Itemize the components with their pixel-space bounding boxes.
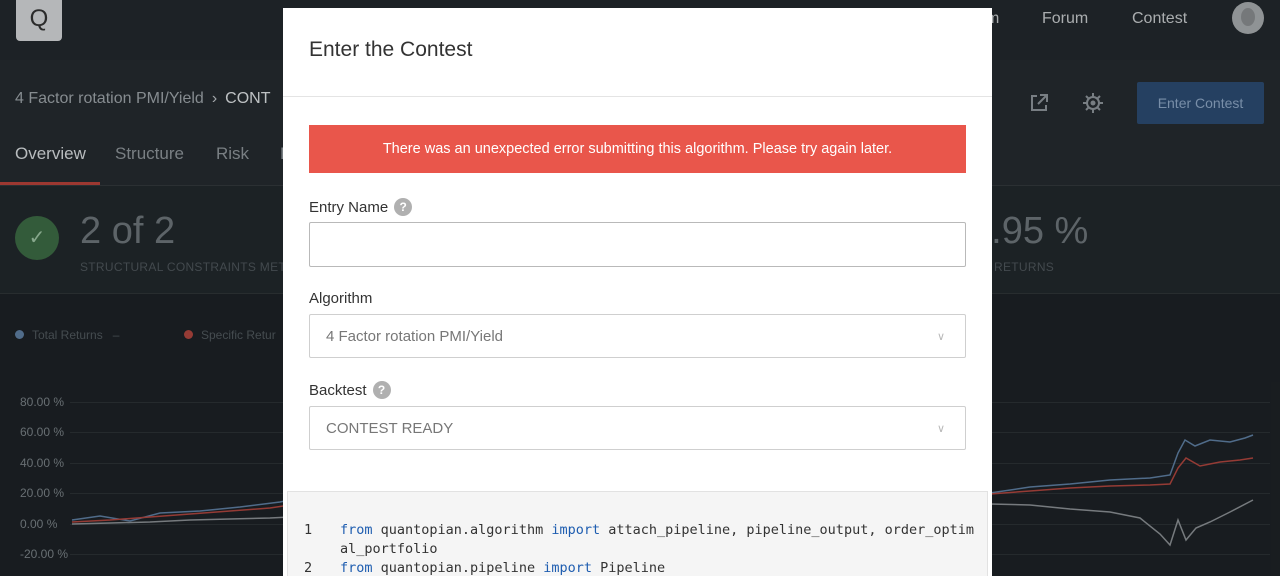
code-token: Pipeline (591, 560, 666, 576)
chevron-down-icon: ∨ (936, 423, 945, 435)
algorithm-label: Algorithm (309, 290, 373, 307)
code-text: al_portfolio (340, 541, 438, 557)
divider (283, 96, 992, 97)
code-token: quantopian.pipeline (372, 560, 544, 576)
help-icon[interactable]: ? (394, 198, 413, 216)
code-token: al_portfolio (340, 541, 438, 557)
backtest-label: Backtest (309, 382, 367, 399)
code-token: quantopian.algorithm (372, 522, 552, 538)
code-text: from quantopian.pipeline import Pipeline (340, 560, 665, 576)
code-keyword: import (543, 560, 592, 576)
entry-name-field-label: Entry Name? (309, 198, 413, 216)
entry-name-input[interactable] (309, 222, 966, 267)
code-preview[interactable]: 1 from quantopian.algorithm import attach… (287, 491, 988, 576)
code-keyword: from (340, 560, 373, 576)
backtest-field-label: Backtest? (309, 381, 391, 399)
enter-contest-dialog: Enter the Contest There was an unexpecte… (283, 8, 992, 576)
code-keyword: from (340, 522, 373, 538)
error-banner: There was an unexpected error submitting… (309, 125, 966, 173)
backtest-select-value: CONTEST READY (326, 420, 454, 437)
line-number: 2 (304, 560, 313, 576)
code-text: from quantopian.algorithm import attach_… (340, 522, 974, 538)
algorithm-select-value: 4 Factor rotation PMI/Yield (326, 328, 504, 345)
line-number: 1 (304, 522, 313, 538)
code-keyword: import (551, 522, 601, 538)
dialog-title: Enter the Contest (309, 38, 473, 61)
help-icon[interactable]: ? (372, 381, 391, 399)
backtest-select[interactable]: CONTEST READY ∨ (309, 406, 966, 450)
algorithm-select[interactable]: 4 Factor rotation PMI/Yield ∨ (309, 314, 966, 358)
entry-name-label: Entry Name (309, 199, 389, 216)
code-token: attach_pipeline, pipeline_output, order_… (600, 522, 974, 538)
chevron-down-icon: ∨ (936, 331, 945, 343)
